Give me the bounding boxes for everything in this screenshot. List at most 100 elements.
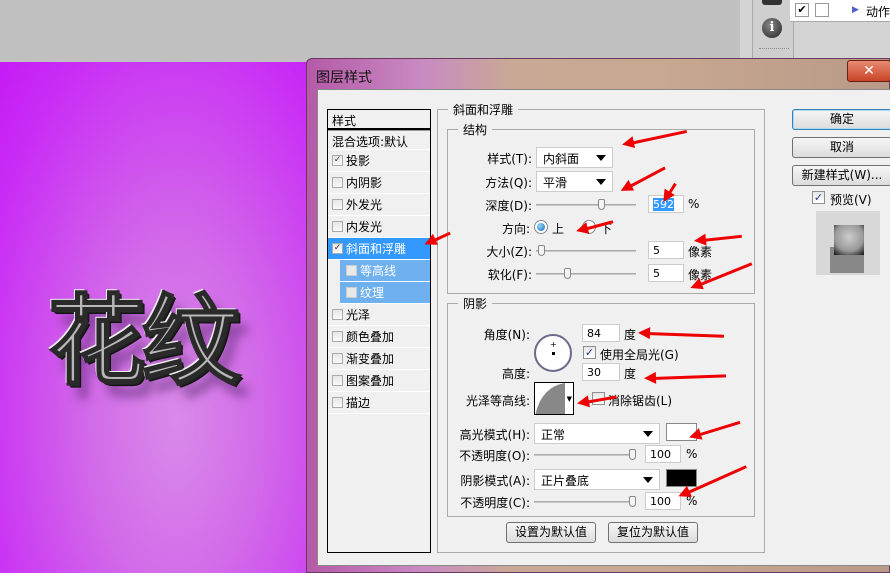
style-list-item[interactable]: 描边	[328, 392, 430, 414]
panel-icon-strip: i	[752, 0, 794, 62]
shadow-mode-select[interactable]: 正片叠底	[534, 469, 660, 490]
depth-slider[interactable]	[536, 199, 636, 210]
shadow-opacity-label: 不透明度(C):	[460, 496, 530, 510]
preview-label: 预览(V)	[830, 193, 872, 207]
style-list: 样式 混合选项:默认 ✓ 投影内阴影外发光内发光 ✓ 斜面和浮雕 等高线 纹理光泽颜色叠加…	[327, 109, 431, 553]
document-canvas[interactable]: 花纹	[0, 62, 320, 573]
style-list-item[interactable]: 光泽	[328, 304, 430, 326]
global-light-checkbox[interactable]: ✓	[583, 346, 596, 359]
highlight-mode-select[interactable]: 正常	[534, 423, 660, 444]
direction-up-radio[interactable]	[534, 220, 548, 234]
style-list-item[interactable]: 颜色叠加	[328, 326, 430, 348]
angle-input[interactable]: 84	[582, 324, 620, 342]
ok-button[interactable]: 确定	[792, 109, 890, 130]
size-input[interactable]: 5	[648, 241, 684, 259]
make-default-button[interactable]: 设置为默认值	[506, 522, 596, 543]
technique-label: 方法(Q):	[485, 176, 532, 190]
chevron-down-icon: ▼	[566, 395, 572, 403]
angle-dial-center	[552, 352, 555, 355]
highlight-opacity-input[interactable]: 100	[645, 445, 681, 463]
style-list-item-label: 光泽	[346, 308, 371, 322]
style-list-item[interactable]: 内发光	[328, 216, 430, 238]
action-toggle-checkbox[interactable]: ✔	[795, 3, 809, 17]
style-list-item-label: 颜色叠加	[346, 330, 395, 344]
reset-default-button[interactable]: 复位为默认值	[608, 522, 698, 543]
shading-legend: 阴影	[458, 295, 493, 312]
technique-value: 平滑	[543, 176, 568, 190]
panel-grip[interactable]	[759, 48, 789, 51]
bevel-emboss-legend: 斜面和浮雕	[448, 101, 519, 118]
style-list-item-label: 内发光	[346, 220, 383, 234]
layer-style-dialog: 图层样式 ✕ 样式 混合选项:默认 ✓ 投影 内阴影 外发光 内发光 ✓ 斜面和浮雕 等高线纹…	[306, 58, 890, 573]
panel-icon[interactable]	[762, 0, 782, 5]
style-checkbox[interactable]	[332, 353, 343, 364]
style-list-item-label: 内阴影	[346, 176, 383, 190]
gloss-contour-picker[interactable]: ▼	[534, 382, 574, 415]
highlight-mode-label: 高光模式(H):	[459, 428, 530, 442]
style-checkbox[interactable]	[332, 331, 343, 342]
shadow-opacity-input[interactable]: 100	[645, 492, 681, 510]
style-checkbox[interactable]	[332, 199, 343, 210]
bevel-style-select[interactable]: 内斜面	[536, 147, 613, 168]
new-style-button[interactable]: 新建样式(W)...	[792, 165, 890, 186]
style-checkbox[interactable]	[332, 309, 343, 320]
soften-slider[interactable]	[536, 268, 636, 279]
style-list-item[interactable]: 纹理	[340, 282, 430, 304]
style-list-item[interactable]: 外发光	[328, 194, 430, 216]
preview-checkbox[interactable]: ✓	[812, 191, 825, 204]
soften-input[interactable]: 5	[648, 264, 684, 282]
style-checkbox[interactable]	[332, 375, 343, 386]
style-list-item[interactable]: 图案叠加	[328, 370, 430, 392]
style-list-item[interactable]: 渐变叠加	[328, 348, 430, 370]
size-slider[interactable]	[536, 245, 636, 256]
direction-up-label: 上	[552, 222, 565, 236]
highlight-opacity-slider[interactable]	[534, 449, 636, 460]
style-checkbox[interactable]	[346, 287, 357, 298]
cancel-button[interactable]: 取消	[792, 137, 890, 158]
style-checkbox[interactable]: ✓	[332, 243, 343, 254]
style-list-item[interactable]: 等高线	[340, 260, 430, 282]
close-button[interactable]: ✕	[847, 60, 890, 82]
action-dialog-checkbox[interactable]	[815, 3, 829, 17]
shadow-opacity-slider[interactable]	[534, 496, 636, 507]
style-checkbox[interactable]	[332, 177, 343, 188]
antialias-label: 消除锯齿(L)	[608, 394, 673, 408]
depth-slider-thumb[interactable]	[598, 199, 605, 210]
gloss-contour-label: 光泽等高线:	[465, 394, 530, 408]
soften-label: 软化(F):	[487, 268, 532, 282]
angle-dial[interactable]: +	[534, 334, 572, 372]
style-list-item[interactable]: ✓ 斜面和浮雕	[328, 238, 430, 260]
action-label: 动作	[866, 5, 890, 19]
style-list-item-label: 外发光	[346, 198, 383, 212]
style-checkbox[interactable]	[332, 221, 343, 232]
style-list-item[interactable]: ✓ 投影	[328, 150, 430, 172]
chevron-down-icon	[643, 477, 653, 483]
technique-select[interactable]: 平滑	[536, 171, 613, 192]
altitude-input[interactable]: 30	[582, 363, 620, 381]
style-list-item[interactable]: 内阴影	[328, 172, 430, 194]
info-icon[interactable]: i	[762, 18, 782, 38]
action-row[interactable]: ✔ ▶ 动作	[790, 0, 890, 22]
highlight-opacity-thumb[interactable]	[629, 449, 636, 460]
style-preview-thumbnail	[816, 211, 880, 275]
style-list-header[interactable]: 样式	[328, 110, 430, 130]
structure-legend: 结构	[458, 121, 493, 138]
chevron-down-icon	[596, 155, 606, 161]
expand-triangle-icon[interactable]: ▶	[852, 5, 859, 15]
style-checkbox[interactable]: ✓	[332, 155, 343, 166]
altitude-unit: 度	[624, 367, 637, 381]
style-checkbox[interactable]	[346, 265, 357, 276]
style-list-blend-options[interactable]: 混合选项:默认	[328, 130, 430, 150]
shadow-color-swatch[interactable]	[666, 469, 697, 487]
global-light-label: 使用全局光(G)	[600, 348, 679, 362]
depth-unit: %	[688, 197, 700, 211]
depth-label: 深度(D):	[485, 199, 532, 213]
soften-slider-thumb[interactable]	[564, 268, 571, 279]
size-slider-thumb[interactable]	[538, 245, 545, 256]
shadow-opacity-thumb[interactable]	[629, 496, 636, 507]
angle-label: 角度(N):	[483, 328, 530, 342]
style-checkbox[interactable]	[332, 397, 343, 408]
highlight-mode-value: 正常	[541, 428, 566, 442]
dialog-body: 样式 混合选项:默认 ✓ 投影 内阴影 外发光 内发光 ✓ 斜面和浮雕 等高线 纹理 光泽 颜色叠加…	[317, 89, 890, 566]
size-label: 大小(Z):	[486, 245, 532, 259]
